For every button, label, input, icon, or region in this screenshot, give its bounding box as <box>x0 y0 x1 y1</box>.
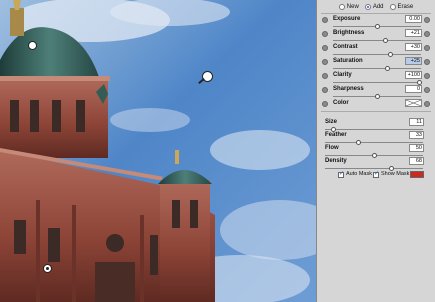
decrease-icon[interactable] <box>322 17 328 23</box>
brush-label: Feather <box>325 132 347 138</box>
decrease-icon[interactable] <box>322 59 328 65</box>
mask-pin-active[interactable] <box>202 71 213 82</box>
slider-knob[interactable] <box>385 66 391 71</box>
increase-icon[interactable] <box>424 59 430 65</box>
slider-track[interactable] <box>325 168 423 169</box>
increase-icon[interactable] <box>424 31 430 37</box>
adjustment-clarity: Clarity +100 <box>317 71 435 86</box>
auto-mask-label: Auto Mask <box>346 171 372 177</box>
adjustment-brush-panel: New Add Erase Exposure 0.00 Brightness +21 C… <box>316 0 435 302</box>
adjustment-label: Contrast <box>333 44 358 50</box>
increase-icon[interactable] <box>424 101 430 107</box>
adjustment-value-field[interactable]: 0.00 <box>405 15 422 23</box>
adjustment-label: Saturation <box>333 58 363 64</box>
decrease-icon[interactable] <box>322 45 328 51</box>
photo-canvas[interactable] <box>0 0 316 302</box>
slider-track[interactable] <box>333 68 421 69</box>
show-mask-checkbox[interactable] <box>373 170 379 178</box>
mask-options: Auto Mask Show Mask <box>317 170 435 182</box>
mask-pin[interactable] <box>43 264 52 273</box>
adjustment-brightness: Brightness +21 <box>317 29 435 44</box>
slider-track[interactable] <box>325 142 423 143</box>
radio-selected-icon <box>364 3 371 10</box>
mode-new-radio[interactable]: New <box>338 3 359 10</box>
mask-color-swatch[interactable] <box>410 171 424 178</box>
adjustment-saturation: Saturation +25 <box>317 57 435 72</box>
slider-knob[interactable] <box>375 24 380 29</box>
adjustment-value-field[interactable]: +100 <box>405 71 422 79</box>
adjustment-label: Color <box>333 100 349 106</box>
adjustment-value-field[interactable]: +25 <box>405 57 422 65</box>
radio-icon <box>389 3 396 10</box>
brush-label: Size <box>325 119 338 125</box>
divider <box>321 111 431 112</box>
increase-icon[interactable] <box>424 87 430 93</box>
brush-label: Density <box>325 158 347 164</box>
decrease-icon[interactable] <box>322 101 328 107</box>
auto-mask-checkbox[interactable] <box>338 170 344 178</box>
show-mask-label: Show Mask <box>381 171 410 177</box>
mode-erase-radio[interactable]: Erase <box>389 3 414 10</box>
radio-icon <box>338 3 345 10</box>
brush-label: Flow <box>325 145 339 151</box>
mode-new-label: New <box>346 3 359 10</box>
mode-add-radio[interactable]: Add <box>364 3 384 10</box>
brush-value-field[interactable]: 33 <box>409 131 424 139</box>
adjustment-contrast: Contrast +30 <box>317 43 435 58</box>
brush-value-field[interactable]: 50 <box>409 144 424 152</box>
mode-erase-label: Erase <box>397 3 414 10</box>
slider-track[interactable] <box>333 82 421 83</box>
decrease-icon[interactable] <box>322 87 328 93</box>
adjustment-label: Exposure <box>333 16 361 22</box>
adjustment-exposure: Exposure 0.00 <box>317 15 435 30</box>
brush-value-field[interactable]: 11 <box>409 118 424 126</box>
cathedral-photo <box>0 0 316 302</box>
adjustment-value-field[interactable]: +21 <box>405 29 422 37</box>
adjustment-label: Sharpness <box>333 86 364 92</box>
brush-mode-selector: New Add Erase <box>317 0 435 13</box>
increase-icon[interactable] <box>424 45 430 51</box>
adjustment-value-field[interactable]: +30 <box>405 43 422 51</box>
adjustment-sharpness: Sharpness 0 <box>317 85 435 100</box>
color-picker-swatch[interactable] <box>405 99 422 107</box>
decrease-icon[interactable] <box>322 31 328 37</box>
slider-track[interactable] <box>325 129 423 130</box>
adjustment-value-field[interactable]: 0 <box>405 85 422 93</box>
mode-add-label: Add <box>372 3 384 10</box>
slider-knob[interactable] <box>375 94 380 99</box>
slider-track[interactable] <box>333 40 421 41</box>
divider <box>321 13 431 14</box>
increase-icon[interactable] <box>424 17 430 23</box>
decrease-icon[interactable] <box>322 73 328 79</box>
slider-knob[interactable] <box>383 38 389 43</box>
slider-track[interactable] <box>333 54 421 55</box>
adjustment-label: Clarity <box>333 72 352 78</box>
adjustment-label: Brightness <box>333 30 365 36</box>
slider-knob[interactable] <box>387 52 393 57</box>
brush-value-field[interactable]: 68 <box>409 157 424 165</box>
mask-pin[interactable] <box>28 41 37 50</box>
increase-icon[interactable] <box>424 73 430 79</box>
